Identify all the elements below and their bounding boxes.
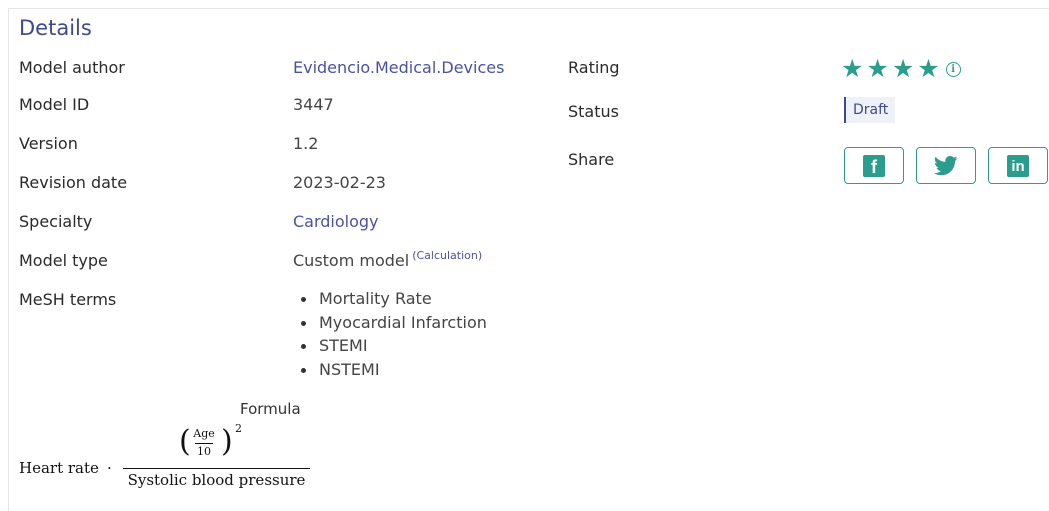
mesh-term: NSTEMI [301,358,487,382]
formula-num-bottom: 10 [197,445,211,458]
share-linkedin-button[interactable]: in [988,147,1048,184]
status-label: Status [568,102,619,121]
star-icon: ★ [841,54,864,83]
formula-fraction-line [123,468,310,469]
details-panel [8,8,1049,511]
star-icon: ★ [891,54,915,83]
section-title: Details [19,16,92,40]
model-type-label: Model type [19,251,108,270]
formula-num-top: Age [193,427,215,440]
share-label: Share [568,150,615,169]
share-twitter-button[interactable] [916,147,976,184]
formula-prefix: Heart rate [19,459,99,477]
mesh-term: Myocardial Infarction [301,311,487,335]
twitter-icon [934,155,958,175]
star-icon: ★ [917,54,940,83]
star-icon: ★ [866,54,889,83]
model-author-label: Model author [19,58,125,77]
specialty-label: Specialty [19,212,93,231]
mesh-terms-list: Mortality Rate Myocardial Infarction STE… [281,287,487,381]
facebook-icon: f [863,154,885,177]
mesh-term: Mortality Rate [301,287,487,311]
revision-date-label: Revision date [19,173,128,192]
formula-inner-fraction-line [195,443,213,444]
model-type-text: Custom model [293,251,410,270]
model-author-link[interactable]: Evidencio.Medical.Devices [293,58,504,77]
specialty-link[interactable]: Cardiology [293,212,379,231]
formula-denominator: Systolic blood pressure [127,471,306,489]
model-type-value: Custom model (Calculation) [293,249,482,270]
formula-exponent: 2 [235,422,242,435]
version-label: Version [19,134,78,153]
model-id-value: 3447 [293,95,334,114]
mesh-terms-label: MeSH terms [19,290,117,309]
share-facebook-button[interactable]: f [844,147,904,184]
paren-left-icon: ( [179,424,191,459]
model-type-calculation-link[interactable]: (Calculation) [412,249,482,262]
model-id-label: Model ID [19,95,90,114]
version-value: 1.2 [293,134,319,153]
formula-dot: · [107,459,112,477]
info-icon[interactable]: i [945,61,961,77]
rating-stars: ★ ★ ★ ★ i [841,56,961,82]
paren-right-icon: ) [221,424,233,459]
status-badge: Draft [844,97,896,123]
linkedin-icon: in [1007,154,1029,177]
rating-label: Rating [568,58,620,77]
mesh-term: STEMI [301,334,487,358]
revision-date-value: 2023-02-23 [293,173,386,192]
formula-title: Formula [240,400,301,418]
